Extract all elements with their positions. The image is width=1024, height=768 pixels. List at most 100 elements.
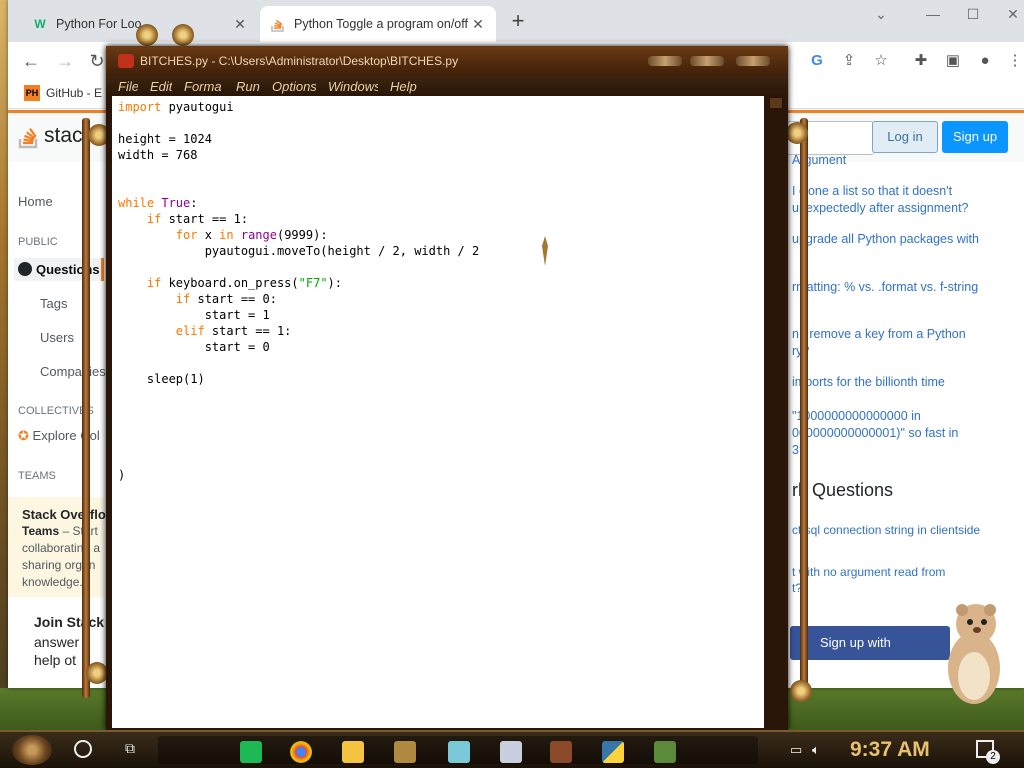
code-text: : (190, 196, 198, 210)
teams-desc-4: knowledge. (22, 575, 83, 589)
menu-format[interactable]: Format (184, 79, 222, 94)
menu-file[interactable]: File (118, 79, 138, 94)
file-explorer-icon[interactable] (342, 741, 364, 763)
close-icon[interactable]: ✕ (232, 16, 248, 33)
search-icon[interactable] (74, 740, 92, 758)
producthunt-icon: PH (24, 85, 40, 101)
code-line: import pyautogui (118, 100, 234, 114)
code-line: pyautogui.moveTo(height / 2, width / 2 (118, 244, 480, 258)
signup-facebook-button[interactable]: Sign up with Facebook (790, 626, 950, 684)
signup-button[interactable]: Sign up (942, 121, 1008, 153)
back-arrow-icon[interactable]: ← (20, 50, 42, 72)
related-link[interactable]: t? (792, 580, 1012, 597)
related-link[interactable]: 000000000000001)" so fast in (792, 425, 1012, 442)
editor-scrollbar[interactable] (766, 96, 786, 728)
code-keyword: for (175, 228, 198, 242)
menu-options[interactable]: Options (272, 79, 316, 94)
related-link[interactable]: Argument (792, 152, 1012, 169)
menu-kebab-icon[interactable]: ⋮ (1004, 50, 1024, 72)
minecraft-icon[interactable] (654, 741, 676, 763)
related-link[interactable]: I clone a list so that it doesn't (792, 183, 1012, 200)
nav-companies[interactable]: Companies (40, 364, 106, 379)
idle-window-title: BITCHES.py - C:\Users\Administrator\Desk… (140, 54, 459, 68)
code-editor[interactable]: import pyautogui height = 1024 width = 7… (112, 96, 764, 728)
notes-icon[interactable] (448, 741, 470, 763)
mail-icon[interactable] (500, 741, 522, 763)
code-line: width = 768 (118, 148, 198, 162)
new-tab-button[interactable]: + (508, 10, 528, 32)
extensions-icon[interactable]: ✚ (910, 50, 932, 72)
gear-icon (86, 662, 108, 684)
python-file-icon (118, 54, 134, 68)
menu-run[interactable]: Run (236, 79, 260, 94)
code-line: start = 0 (118, 340, 270, 354)
nav-tags[interactable]: Tags (40, 296, 67, 311)
start-gear-icon[interactable] (12, 735, 52, 765)
network-icon[interactable]: ▭ (790, 742, 802, 758)
menu-help[interactable]: Help (390, 79, 417, 94)
volume-icon[interactable]: 🔈︎ (812, 742, 820, 758)
google-icon[interactable]: G (806, 50, 828, 72)
close-icon[interactable]: ✕ (470, 16, 486, 33)
code-line: while True: (118, 196, 197, 210)
spotify-icon[interactable] (240, 741, 262, 763)
tab-title: Python Toggle a program on/off (294, 17, 468, 31)
nav-users[interactable]: Users (40, 330, 74, 345)
minimize-icon[interactable] (648, 56, 682, 66)
join-title: Join Stack (34, 614, 105, 630)
minecraft-alt-icon[interactable] (394, 741, 416, 763)
scroll-up-icon[interactable] (770, 98, 782, 108)
hot-network-heading: rk Questions (792, 480, 894, 500)
related-link[interactable]: ry? (792, 343, 1012, 360)
code-keyword: elif (175, 324, 205, 338)
side-panel-icon[interactable]: ▣ (942, 50, 964, 72)
clock[interactable]: 9:37 AM (850, 738, 930, 762)
menu-edit[interactable]: Edit (150, 79, 172, 94)
bookmark-github[interactable]: PH GitHub - E (24, 85, 102, 101)
related-link[interactable]: upgrade all Python packages with (792, 231, 1012, 248)
decor-pipe-right (800, 118, 808, 698)
related-link[interactable]: rmatting: % vs. .format vs. f-string (792, 279, 1012, 296)
chevron-down-icon[interactable]: ⌄ (866, 6, 896, 26)
related-link[interactable]: ct sql connection string in clientside (792, 522, 1012, 539)
game-icon[interactable] (550, 741, 572, 763)
idle-titlebar[interactable]: BITCHES.py - C:\Users\Administrator\Desk… (106, 46, 788, 76)
related-link[interactable]: 3? (792, 442, 1012, 459)
menu-windows[interactable]: Windows (328, 79, 378, 94)
close-window-icon[interactable]: ✕ (998, 6, 1024, 26)
related-link[interactable]: t with no argument read from (792, 564, 1012, 581)
code-line: height = 1024 (118, 132, 212, 146)
code-line: elif start == 1: (118, 324, 292, 338)
related-link[interactable]: "1000000000000000 in (792, 408, 1012, 425)
bookmark-star-icon[interactable]: ☆ (870, 50, 892, 72)
bookmark-label: GitHub - E (46, 86, 103, 100)
related-link[interactable]: n I remove a key from a Python (792, 326, 1012, 343)
code-text: start == 1: (161, 212, 249, 226)
forward-arrow-icon[interactable]: → (54, 50, 76, 72)
chrome-icon[interactable] (290, 741, 312, 763)
code-builtin: True (154, 196, 191, 210)
maximize-icon[interactable]: ☐ (958, 6, 988, 26)
login-button[interactable]: Log in (872, 121, 938, 153)
hamster-mascot-icon (948, 604, 1000, 704)
text-cursor-icon (542, 236, 548, 266)
nav-questions[interactable]: Questions (14, 258, 104, 281)
related-link[interactable]: imports for the billionth time (792, 374, 1012, 391)
tab-python-toggle[interactable]: Python Toggle a program on/off ✕ (260, 6, 496, 42)
share-icon[interactable]: ⇪ (838, 50, 860, 72)
reload-icon[interactable]: ↻ (86, 50, 108, 72)
nav-home[interactable]: Home (18, 194, 53, 209)
minimize-icon[interactable]: — (918, 6, 948, 26)
code-line: if start == 1: (118, 212, 248, 226)
notification-badge: 2 (986, 750, 1000, 764)
task-view-icon[interactable]: ⧉ (120, 740, 140, 758)
python-icon[interactable] (602, 741, 624, 763)
code-keyword: while (118, 196, 155, 210)
maximize-icon[interactable] (690, 56, 724, 66)
related-link[interactable]: unexpectedly after assignment? (792, 200, 1012, 217)
close-icon[interactable] (736, 56, 770, 66)
profile-icon[interactable]: ● (974, 50, 996, 72)
